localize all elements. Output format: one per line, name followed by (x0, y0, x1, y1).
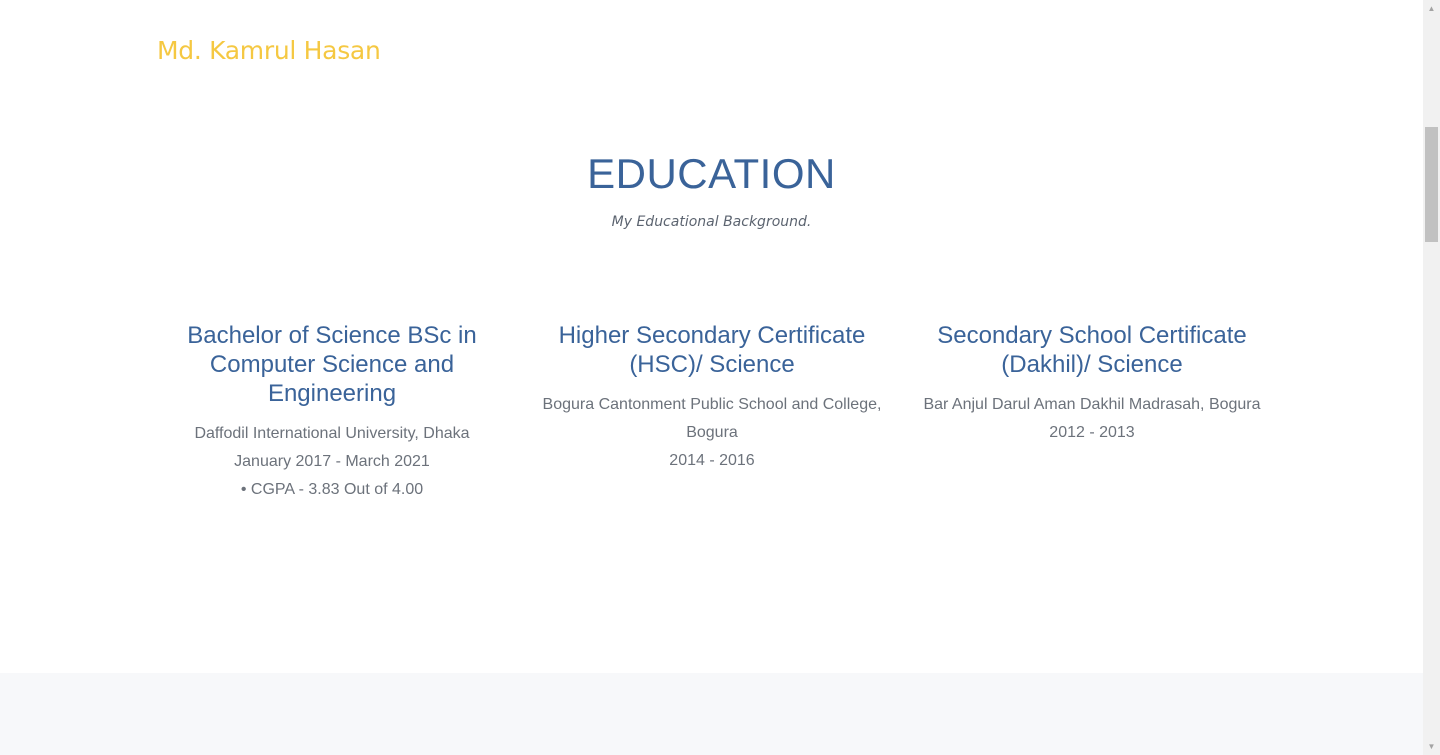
education-item-ssc: Secondary School Certificate (Dakhil)/ S… (912, 321, 1272, 447)
education-item-bsc: Bachelor of Science BSc in Computer Scie… (152, 321, 512, 504)
institution: Daffodil International University, Dhaka (194, 425, 470, 442)
scroll-down-icon[interactable]: ▼ (1423, 738, 1440, 755)
brand-link[interactable]: Md. Kamrul Hasan (157, 36, 381, 65)
education-item-hsc: Higher Secondary Certificate (HSC)/ Scie… (532, 321, 892, 475)
section-subtitle: My Educational Background. (611, 214, 812, 230)
scroll-up-icon[interactable]: ▲ (1423, 0, 1440, 17)
institution: Bar Anjul Darul Aman Dakhil Madrasah, Bo… (923, 396, 1261, 413)
education-meta: Bogura Cantonment Public School and Coll… (532, 391, 892, 475)
vertical-scrollbar[interactable]: ▲ ▼ (1423, 0, 1440, 755)
institution: Bogura Cantonment Public School and Coll… (542, 396, 882, 441)
degree-title: Bachelor of Science BSc in Computer Scie… (187, 322, 477, 407)
education-meta: Bar Anjul Darul Aman Dakhil Madrasah, Bo… (912, 391, 1272, 447)
period: January 2017 - March 2021 (234, 453, 430, 470)
period: 2014 - 2016 (669, 452, 755, 469)
degree-title: Higher Secondary Certificate (HSC)/ Scie… (558, 322, 866, 378)
scrollbar-thumb[interactable] (1425, 127, 1438, 242)
page: Md. Kamrul Hasan EDUCATION My Educationa… (0, 0, 1423, 755)
degree-title: Secondary School Certificate (Dakhil)/ S… (937, 322, 1247, 378)
period: 2012 - 2013 (1049, 424, 1135, 441)
next-section-band (0, 673, 1423, 755)
section-title: EDUCATION (587, 150, 836, 197)
grade-note: • CGPA - 3.83 Out of 4.00 (240, 481, 424, 498)
education-meta: Daffodil International University, Dhaka… (152, 420, 512, 504)
